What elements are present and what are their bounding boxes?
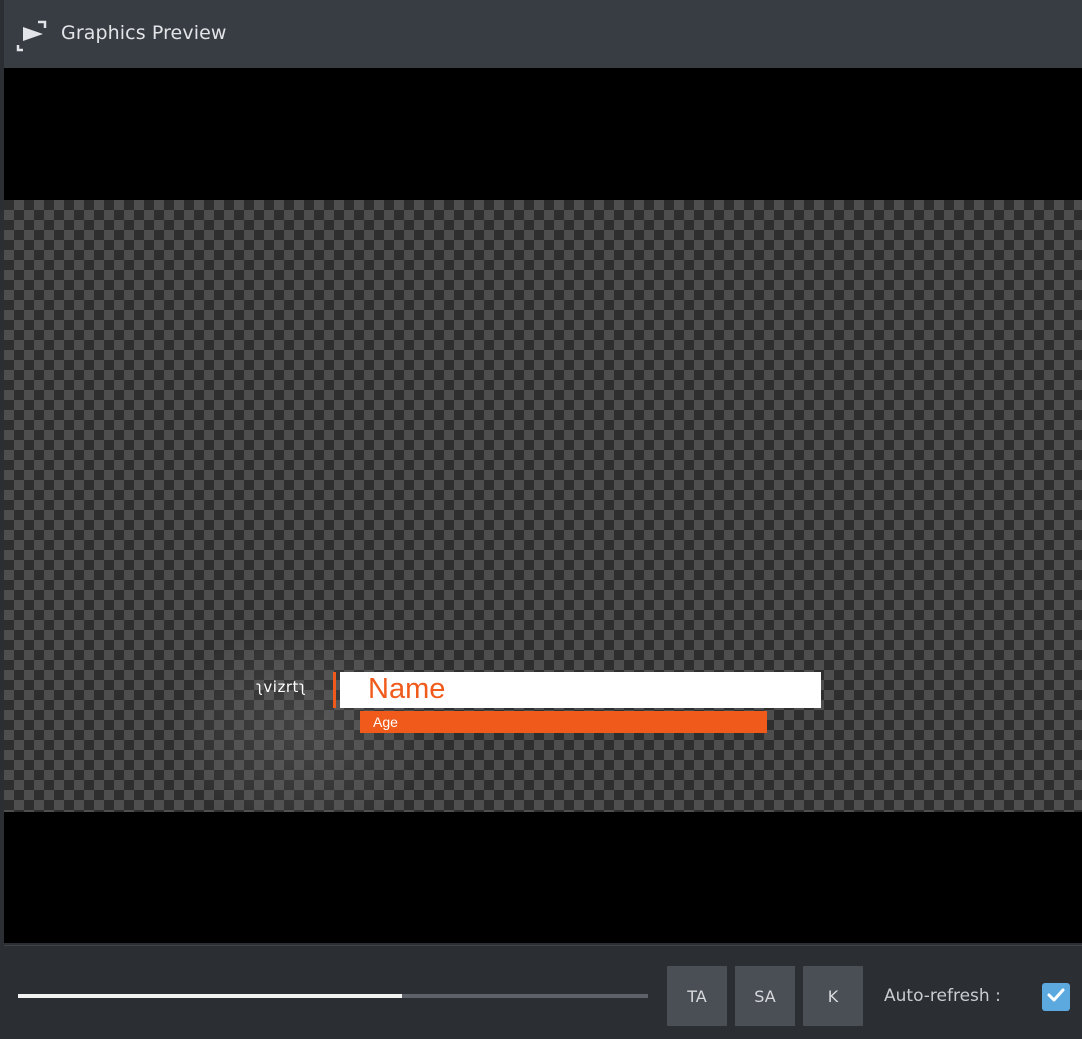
accent-bar [333,672,336,708]
k-button[interactable]: K [803,966,863,1026]
name-plate: Name [340,672,821,708]
transparency-canvas: ʅvizrtʅ Name Age [4,200,1082,812]
preview-controls: TA SA K Auto-refresh : [4,945,1082,1039]
k-button-label: K [827,986,839,1006]
progress-track[interactable] [18,994,648,998]
preview-window-icon [10,12,54,56]
auto-refresh-checkbox[interactable] [1042,983,1070,1011]
auto-refresh-label: Auto-refresh : [884,986,1001,1006]
vizrt-logo: ʅvizrtʅ [256,678,307,696]
preview-viewport: ʅvizrtʅ Name Age [4,68,1082,943]
title-bar: Graphics Preview [4,0,1082,68]
window-title: Graphics Preview [61,22,227,44]
graphics-preview-panel: Graphics Preview ʅvizrtʅ Name Age TA SA … [4,0,1082,1039]
sa-button[interactable]: SA [735,966,795,1026]
ta-button-label: TA [687,986,707,1006]
progress-fill [18,994,403,998]
checkmark-icon [1046,985,1066,1009]
age-text: Age [373,714,398,730]
sa-button-label: SA [754,986,776,1006]
ta-button[interactable]: TA [667,966,727,1026]
age-plate: Age [360,711,767,733]
name-text: Name [368,673,446,705]
